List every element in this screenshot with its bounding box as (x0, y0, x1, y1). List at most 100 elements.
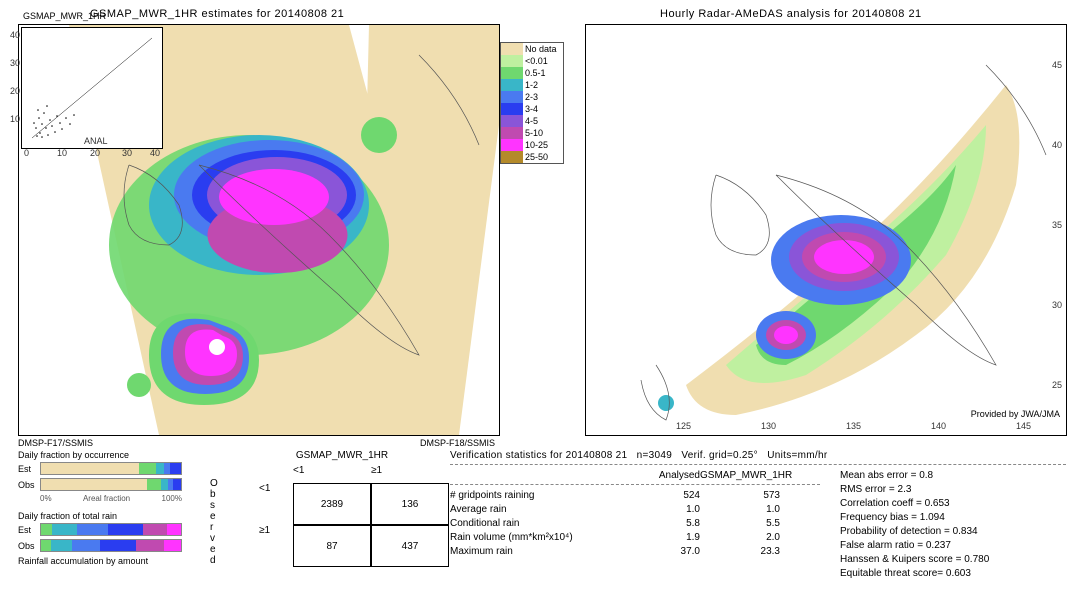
rp-lat2: 35 (1052, 220, 1062, 230)
inset-xt4: 40 (150, 148, 160, 158)
stats-divider (450, 464, 1066, 465)
inset-xt2: 20 (90, 148, 100, 158)
legend-row: 2-3 (501, 91, 563, 103)
legend-swatch (501, 43, 523, 55)
score-line: False alarm ratio = 0.237 (840, 540, 989, 551)
legend-row: 1-2 (501, 79, 563, 91)
legend-swatch (501, 91, 523, 103)
bar-lab-obs2: Obs (18, 541, 40, 551)
bar-lab-est1: Est (18, 464, 40, 474)
bar-obs-tot: Obs (18, 539, 208, 552)
bar-obs-occ: Obs (18, 478, 208, 491)
bar-est-occ: Est (18, 462, 208, 475)
legend-row: 25-50 (501, 151, 563, 163)
legend-row: 3-4 (501, 103, 563, 115)
bar-axis-1: 0%Areal fraction100% (40, 494, 182, 503)
bar-lab-obs1: Obs (18, 480, 40, 490)
bars-title-2: Daily fraction of total rain (18, 511, 208, 521)
bar-lab-est2: Est (18, 525, 40, 535)
legend-label: 10-25 (525, 140, 548, 150)
stats-head-a: Analysed (620, 470, 700, 481)
legend-swatch (501, 79, 523, 91)
right-precip-svg (586, 25, 1066, 435)
bars-title-1: Daily fraction by occurrence (18, 450, 208, 460)
inset-yt3: 30 (10, 58, 20, 68)
stats-left-col: AnalysedGSMAP_MWR_1HR # gridpoints raini… (450, 470, 820, 582)
score-line: Correlation coeff = 0.653 (840, 498, 989, 509)
bar-est-tot: Est (18, 523, 208, 536)
inset-yt1: 10 (10, 114, 20, 124)
ct-c21: 87 (293, 525, 371, 567)
rp-lon4: 145 (1016, 421, 1031, 431)
bars-title-3: Rainfall accumulation by amount (18, 556, 208, 566)
score-line: Mean abs error = 0.8 (840, 470, 989, 481)
fraction-bars: Daily fraction by occurrence Est Obs 0%A… (18, 450, 208, 568)
sat-label-tl: DMSP-F17/SSMIS (18, 438, 93, 448)
stats-row: Average rain1.01.0 (450, 504, 820, 515)
legend-swatch (501, 103, 523, 115)
ct-c11: 2389 (293, 483, 371, 525)
legend-swatch (501, 115, 523, 127)
observed-vert-label: Observed (210, 478, 218, 566)
legend-row: 0.5-1 (501, 67, 563, 79)
legend-label: 5-10 (525, 128, 543, 138)
provider-label: Provided by JWA/JMA (971, 409, 1060, 419)
ct-row2: ≥1 (259, 525, 293, 567)
inset-scatter-svg (22, 28, 162, 148)
ct-c12: 136 (371, 483, 449, 525)
right-plot-frame: 125 130 135 140 145 25 30 35 40 45 Provi… (585, 24, 1067, 436)
stats-row: Conditional rain5.85.5 (450, 518, 820, 529)
left-plot-frame: GSMAP_MWR_1HR 0 10 20 30 40 40 30 (18, 24, 500, 436)
stats-title: Verification statistics for 20140808 21 … (450, 450, 1066, 461)
legend-label: 2-3 (525, 92, 538, 102)
legend-label: No data (525, 44, 557, 54)
legend-swatch (501, 55, 523, 67)
figure-root: GSMAP_MWR_1HR estimates for 20140808 21 (0, 0, 1080, 612)
sat-label-br: DMSP-F18/SSMIS (420, 438, 495, 448)
legend-row: 10-25 (501, 139, 563, 151)
contingency-table: GSMAP_MWR_1HR <1 ≥1 <1 2389 136 ≥1 87 43… (235, 450, 449, 567)
score-line: Equitable threat score= 0.603 (840, 568, 989, 579)
score-line: Probability of detection = 0.834 (840, 526, 989, 537)
inset-yt4: 40 (10, 30, 20, 40)
score-line: RMS error = 2.3 (840, 484, 989, 495)
inset-xt0: 0 (24, 148, 29, 158)
legend-label: 4-5 (525, 116, 538, 126)
rp-lat4: 45 (1052, 60, 1062, 70)
legend-swatch (501, 139, 523, 151)
rp-lon2: 135 (846, 421, 861, 431)
verification-stats: Verification statistics for 20140808 21 … (450, 450, 1066, 582)
ct-title: GSMAP_MWR_1HR (235, 450, 449, 461)
legend-row: No data (501, 43, 563, 55)
legend-label: 0.5-1 (525, 68, 546, 78)
ct-col1: <1 (293, 465, 371, 483)
inset-xt3: 30 (122, 148, 132, 158)
inset-scatter: 0 10 20 30 40 40 30 20 10 ANAL (21, 27, 163, 149)
rp-lat0: 25 (1052, 380, 1062, 390)
ct-c22: 437 (371, 525, 449, 567)
legend-swatch (501, 67, 523, 79)
ct-row1: <1 (259, 483, 293, 525)
score-line: Frequency bias = 1.094 (840, 512, 989, 523)
legend-row: <0.01 (501, 55, 563, 67)
legend-label: 25-50 (525, 152, 548, 162)
rp-lon1: 130 (761, 421, 776, 431)
rp-lon3: 140 (931, 421, 946, 431)
bottom-panel: Daily fraction by occurrence Est Obs 0%A… (10, 450, 1070, 608)
legend-row: 5-10 (501, 127, 563, 139)
rp-lat3: 40 (1052, 140, 1062, 150)
stats-row: Rain volume (mm*km²x10⁴)1.92.0 (450, 532, 820, 543)
legend-label: 1-2 (525, 80, 538, 90)
ct-col2: ≥1 (371, 465, 449, 483)
stats-row: Maximum rain37.023.3 (450, 546, 820, 557)
stats-head-b: GSMAP_MWR_1HR (700, 470, 780, 481)
legend-row: 4-5 (501, 115, 563, 127)
inset-xt1: 10 (57, 148, 67, 158)
legend-label: <0.01 (525, 56, 548, 66)
inset-xlabel: ANAL (84, 136, 108, 146)
legend-swatch (501, 151, 523, 163)
stats-row: # gridpoints raining524573 (450, 490, 820, 501)
stats-scores: Mean abs error = 0.8 RMS error = 2.3 Corre… (840, 470, 989, 582)
inset-yt2: 20 (10, 86, 20, 96)
rp-lon0: 125 (676, 421, 691, 431)
